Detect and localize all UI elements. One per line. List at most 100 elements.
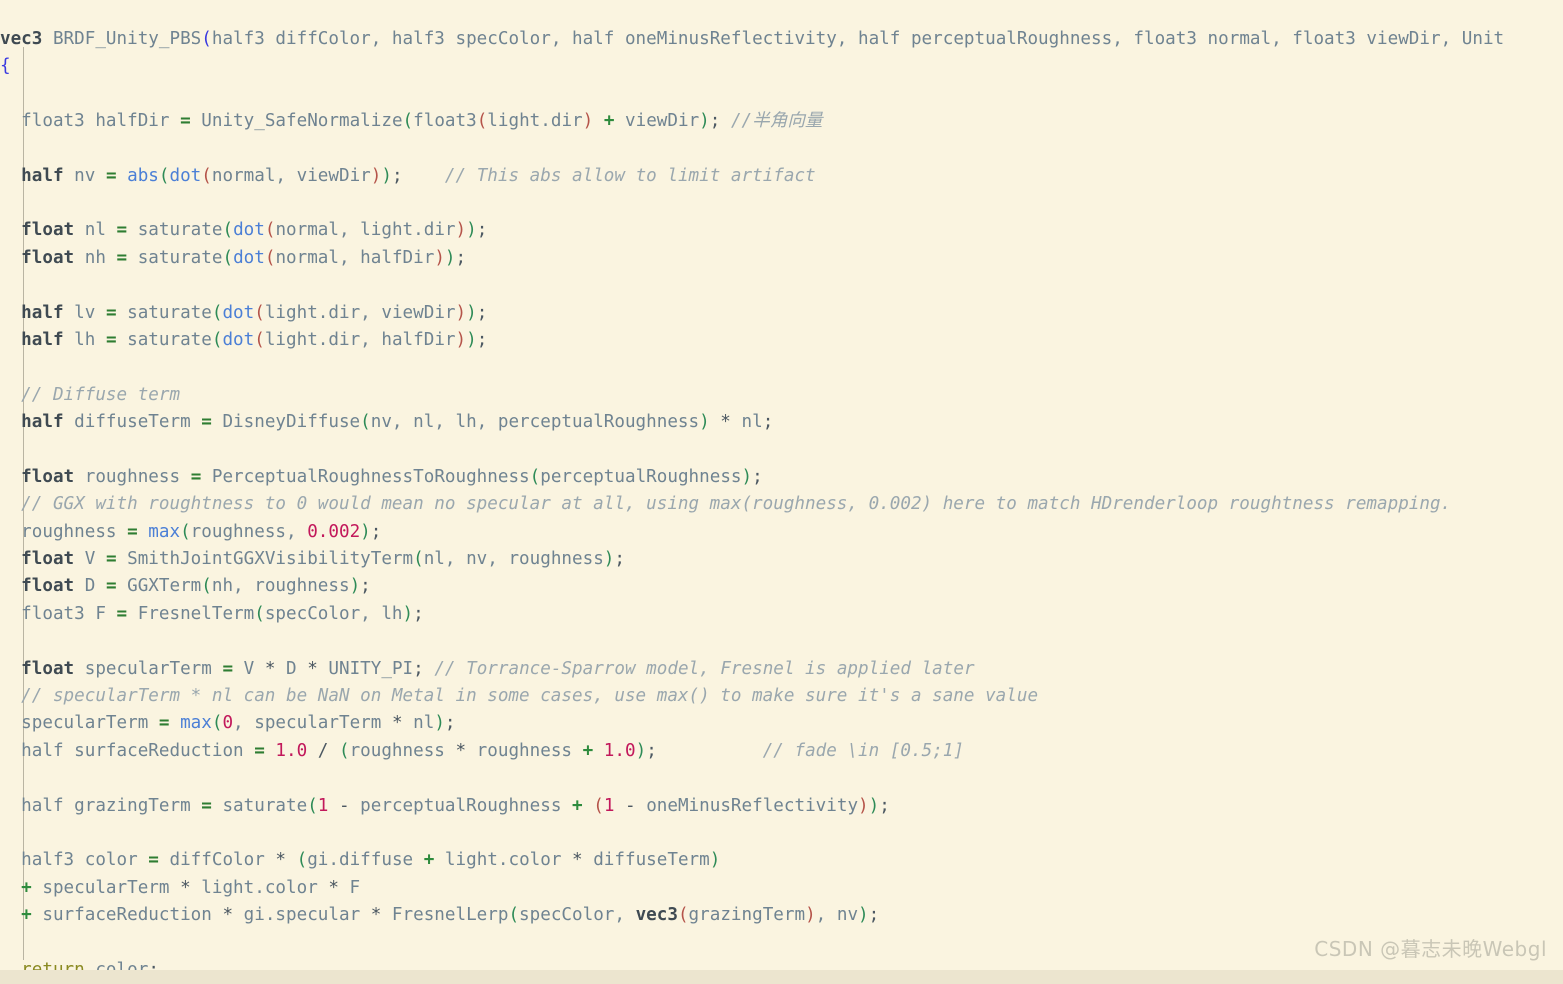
token-paren: ( — [158, 165, 170, 186]
token-type-float3: float3 — [0, 110, 85, 131]
token-call-saturate: saturate — [116, 329, 212, 350]
token-assign: = — [180, 110, 191, 131]
token-paren: ( — [413, 549, 424, 570]
token-assign: = — [201, 412, 212, 433]
token-var-diffuseterm: diffuseTerm — [582, 850, 710, 871]
token-paren: ) — [858, 905, 869, 926]
token-paren: ( — [529, 466, 541, 487]
token-keyword-float: float — [0, 576, 75, 597]
token-expr: specularTerm — [31, 877, 181, 898]
token-var-halfdir: halfDir — [84, 110, 181, 131]
token-paren: ) — [603, 549, 615, 570]
token-call-saturate: saturate — [211, 795, 308, 816]
token-call-prtr: PerceptualRoughnessToRoughness — [201, 466, 530, 487]
token-args: perceptualRoughness — [540, 466, 742, 487]
token-paren: ( — [508, 905, 520, 926]
token-star: * — [328, 877, 339, 898]
token-ctor-float3: float3 — [413, 110, 477, 131]
token-builtin-max: max — [169, 713, 212, 734]
token-assign: = — [158, 713, 170, 734]
token-paren: ) — [349, 576, 361, 597]
token-args: light.dir, halfDir — [264, 329, 456, 350]
token-star: * — [264, 658, 276, 679]
token-semicolon: ; — [476, 302, 488, 323]
token-paren: ( — [677, 905, 689, 926]
token-keyword-half: half — [0, 165, 64, 186]
token-builtin-dot: dot — [233, 247, 265, 268]
token-star: * — [391, 713, 403, 734]
token-type-float3: float3 — [0, 603, 85, 624]
token-paren: ) — [434, 713, 445, 734]
token-star: * — [709, 412, 742, 433]
token-paren: ) — [699, 110, 710, 131]
token-semicolon: ; — [413, 658, 435, 679]
token-var-nh: nh — [74, 247, 117, 268]
token-brace-open: { — [0, 55, 11, 76]
token-var-roughness: roughness — [0, 521, 128, 542]
code-line-6: half nv = abs(dot(normal, viewDir)); // … — [0, 163, 1563, 190]
token-args: roughness, — [190, 521, 308, 542]
token-paren: ( — [264, 220, 276, 241]
token-var-lh: lh — [63, 329, 106, 350]
code-line-2: { — [0, 53, 1563, 80]
token-args: normal, viewDir — [211, 165, 371, 186]
token-semicolon: ; — [455, 247, 467, 268]
code-line-33: + surfaceReduction * gi.specular * Fresn… — [0, 902, 1563, 929]
token-expr: roughness — [349, 740, 456, 761]
token-paren: ( — [264, 247, 276, 268]
token-keyword-half: half — [0, 412, 64, 433]
token-var-grazingterm: grazingTerm — [688, 905, 806, 926]
token-assign: = — [201, 795, 212, 816]
token-paren: ( — [254, 329, 265, 350]
token-call-saturate: saturate — [127, 247, 223, 268]
code-line-29: half grazingTerm = saturate(1 - perceptu… — [0, 793, 1563, 820]
token-keyword-half: half — [0, 329, 64, 350]
token-var-specularterm: specularTerm — [0, 713, 159, 734]
code-viewer[interactable]: vec3 BRDF_Unity_PBS(half3 diffColor, hal… — [0, 0, 1563, 984]
token-assign: = — [190, 466, 202, 487]
token-keyword-float: float — [0, 247, 75, 268]
code-line-22: float3 F = FresnelTerm(specColor, lh); — [0, 601, 1563, 628]
token-builtin-dot: dot — [169, 165, 202, 186]
token-plus: + — [593, 110, 626, 131]
token-expr: surfaceReduction — [31, 905, 223, 926]
token-expr: light.color — [434, 850, 573, 871]
token-var-f: F — [84, 603, 117, 624]
token-star: * — [307, 658, 318, 679]
token-paren-open: ( — [201, 28, 212, 49]
token-paren: ) — [455, 329, 467, 350]
code-block[interactable]: vec3 BRDF_Unity_PBS(half3 diffColor, hal… — [0, 18, 1563, 984]
token-assign: = — [105, 549, 117, 570]
code-line-9: float nh = saturate(dot(normal, halfDir)… — [0, 245, 1563, 272]
token-paren: ) — [444, 247, 456, 268]
comment-torrance-sparrow: // Torrance-Sparrow model, Fresnel is ap… — [434, 658, 975, 679]
code-line-26: specularTerm = max(0, specularTerm * nl)… — [0, 710, 1563, 737]
token-paren: ) — [635, 740, 647, 761]
token-semicolon: ; — [370, 521, 382, 542]
token-builtin-dot: dot — [233, 220, 265, 241]
token-var-diffcolor: diffColor — [158, 850, 276, 871]
token-assign: = — [105, 329, 117, 350]
code-line-21: float D = GGXTerm(nh, roughness); — [0, 573, 1563, 600]
token-paren: ) — [868, 795, 880, 816]
token-args: nh, roughness — [211, 576, 350, 597]
token-var-d: D — [275, 658, 308, 679]
token-paren: ( — [222, 247, 234, 268]
code-line-20: float V = SmithJointGGXVisibilityTerm(nl… — [0, 546, 1563, 573]
token-call-fresnellerp: FresnelLerp — [381, 905, 509, 926]
token-expr: gi.specular — [233, 905, 371, 926]
footer-strip — [0, 970, 1563, 984]
token-semicolon: ; — [476, 329, 488, 350]
comment-fade-range: // fade \in [0.5;1] — [762, 740, 964, 761]
token-paren: ) — [466, 302, 477, 323]
token-var-roughness: roughness — [466, 740, 583, 761]
token-minus: - — [614, 795, 647, 816]
token-var-perceptualroughness: perceptualRoughness — [360, 795, 562, 816]
token-plus: + — [0, 877, 32, 898]
token-args: light.dir, viewDir — [264, 302, 456, 323]
token-paren: ( — [254, 603, 265, 624]
